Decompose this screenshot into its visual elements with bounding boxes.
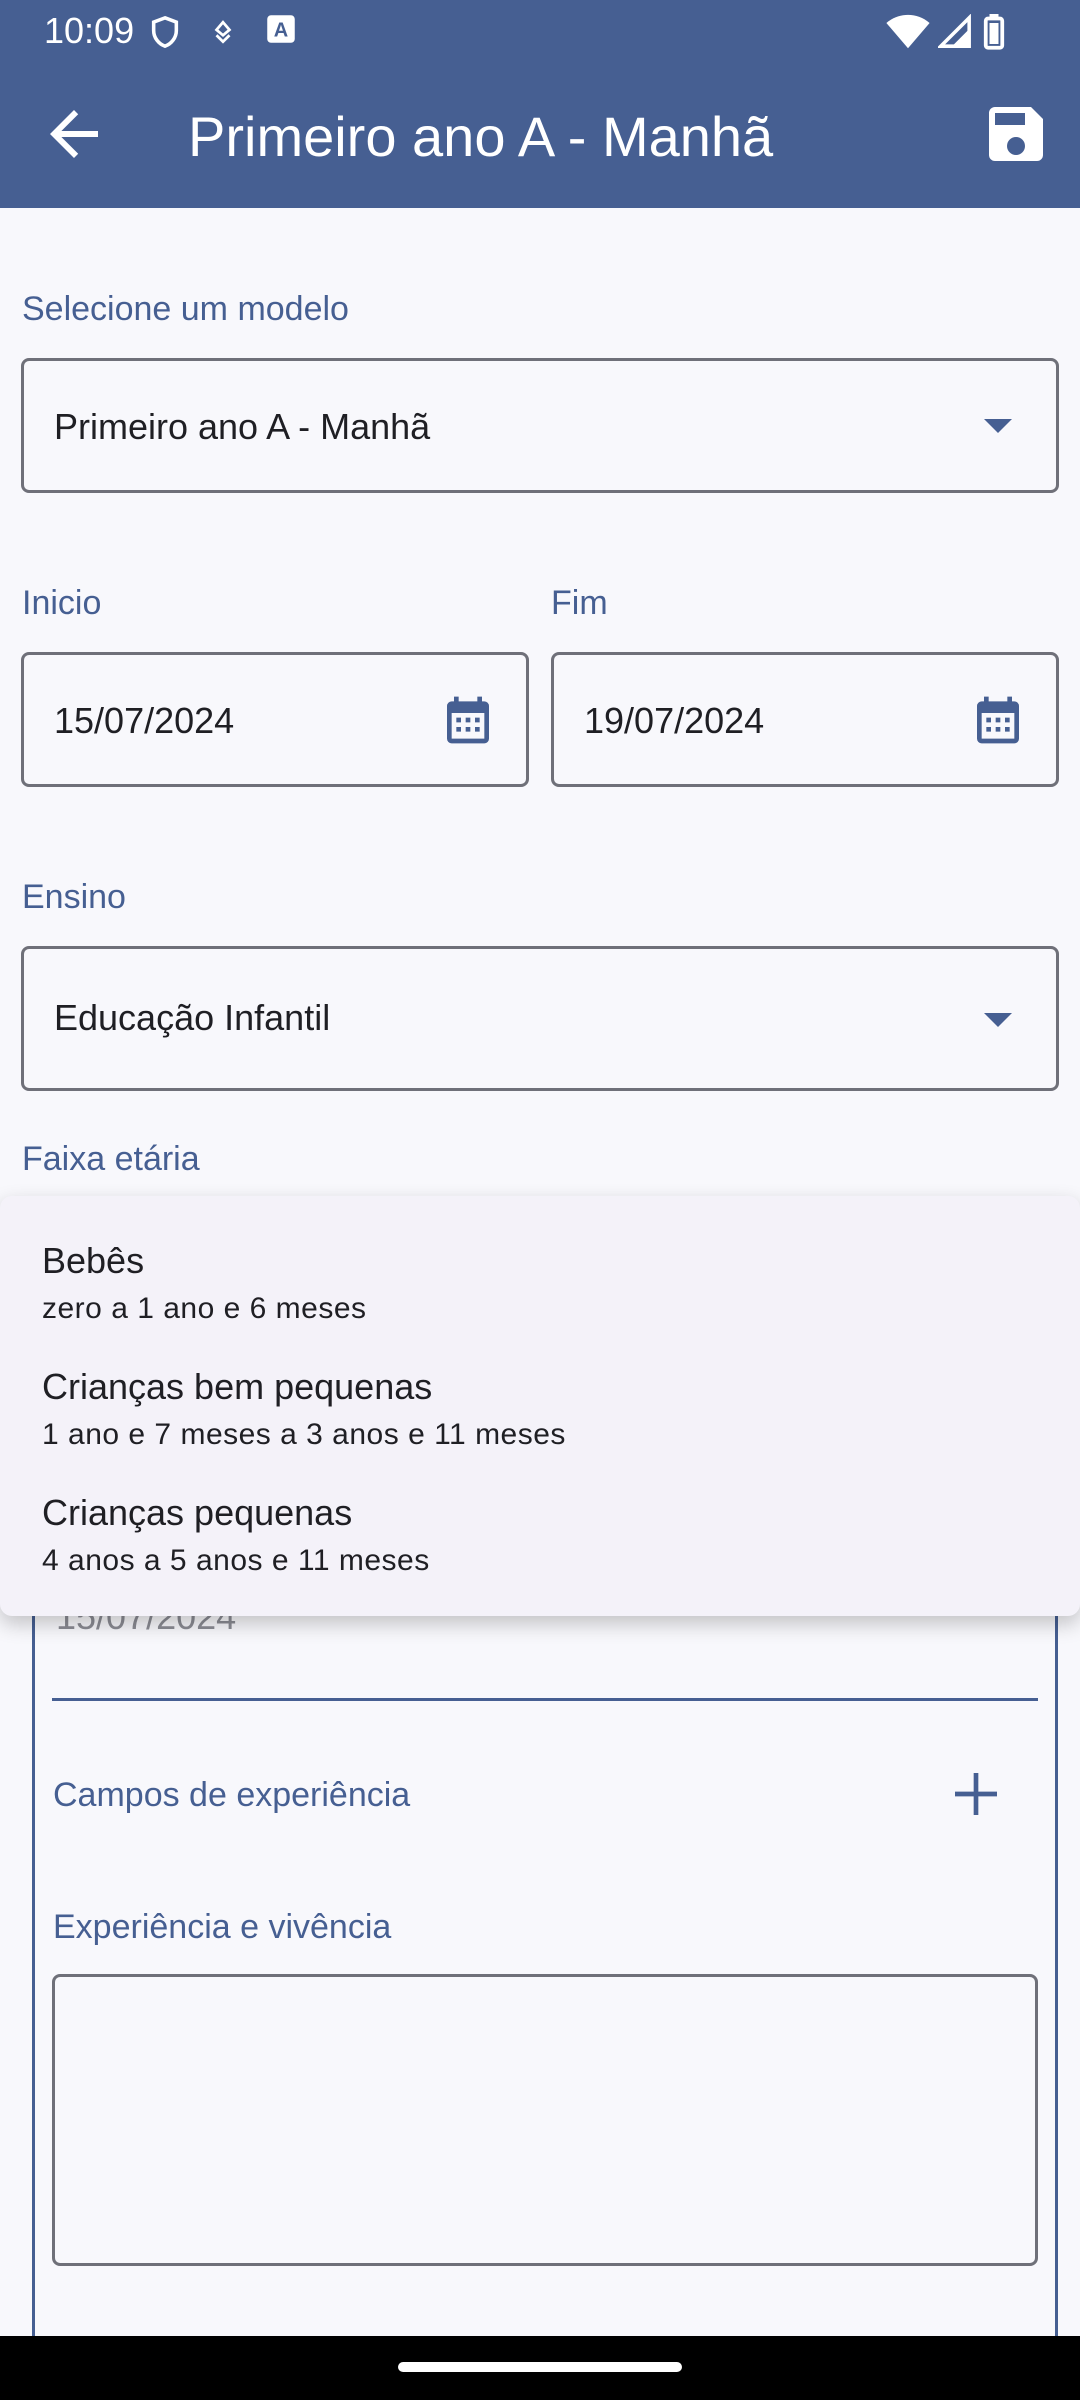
model-select[interactable]: Primeiro ano A - Manhã [21,358,1059,493]
menu-item-criancas-bem-pequenas[interactable]: Crianças bem pequenas 1 ano e 7 meses a … [42,1366,566,1452]
chevron-down-icon [984,1013,1012,1027]
home-gesture-handle[interactable] [398,2362,682,2372]
date-underline [52,1698,1038,1701]
teaching-value: Educação Infantil [54,997,331,1038]
menu-item-title: Crianças pequenas [42,1492,353,1533]
teaching-label: Ensino [22,878,126,916]
save-icon [989,107,1043,161]
experience-fields-label: Campos de experiência [53,1776,411,1814]
svg-text:A: A [274,20,288,42]
end-date-label: Fim [551,584,608,622]
menu-item-title: Crianças bem pequenas [42,1366,433,1407]
start-date-value: 15/07/2024 [54,700,235,741]
menu-item-subtitle: zero a 1 ano e 6 meses [42,1292,367,1325]
status-bar: 10:09 A [0,0,1080,62]
model-value: Primeiro ano A - Manhã [54,406,431,447]
menu-item-subtitle: 4 anos a 5 anos e 11 meses [42,1544,430,1577]
page-title: Primeiro ano A - Manhã [188,105,774,168]
teaching-select[interactable]: Educação Infantil [21,946,1059,1091]
age-range-menu: Bebês zero a 1 ano e 6 meses Crianças be… [0,1196,1080,1616]
save-button[interactable] [980,98,1052,170]
end-date-value: 19/07/2024 [584,700,765,741]
top-app-bar: 10:09 A Primeiro ano A - Manhã [0,0,1080,208]
signal-icon [938,14,971,48]
model-label: Selecione um modelo [22,290,349,328]
calendar-icon[interactable] [440,692,496,748]
wifi-icon [886,14,930,49]
menu-item-criancas-pequenas[interactable]: Crianças pequenas 4 anos a 5 anos e 11 m… [42,1492,430,1578]
system-navigation-bar [0,2336,1080,2400]
notification-icon [214,20,232,44]
experience-label: Experiência e vivência [53,1908,392,1946]
start-date-field[interactable]: 15/07/2024 [21,652,529,787]
add-experience-field-button[interactable] [948,1766,1004,1822]
experience-textarea[interactable] [52,1974,1038,2266]
menu-item-title: Bebês [42,1240,145,1281]
battery-icon [983,14,1005,50]
arrow-back-icon [50,110,98,158]
age-range-label: Faixa etária [22,1140,200,1178]
start-date-label: Inicio [22,584,102,622]
menu-item-bebes[interactable]: Bebês zero a 1 ano e 6 meses [42,1240,367,1326]
status-time: 10:09 [44,10,135,51]
chevron-down-icon [984,419,1012,433]
plus-icon [955,1773,997,1815]
menu-item-subtitle: 1 ano e 7 meses a 3 anos e 11 meses [42,1418,566,1451]
shield-icon [151,15,179,49]
back-button[interactable] [38,98,110,170]
calendar-icon[interactable] [970,692,1026,748]
app-a-icon: A [267,15,295,43]
end-date-field[interactable]: 19/07/2024 [551,652,1059,787]
